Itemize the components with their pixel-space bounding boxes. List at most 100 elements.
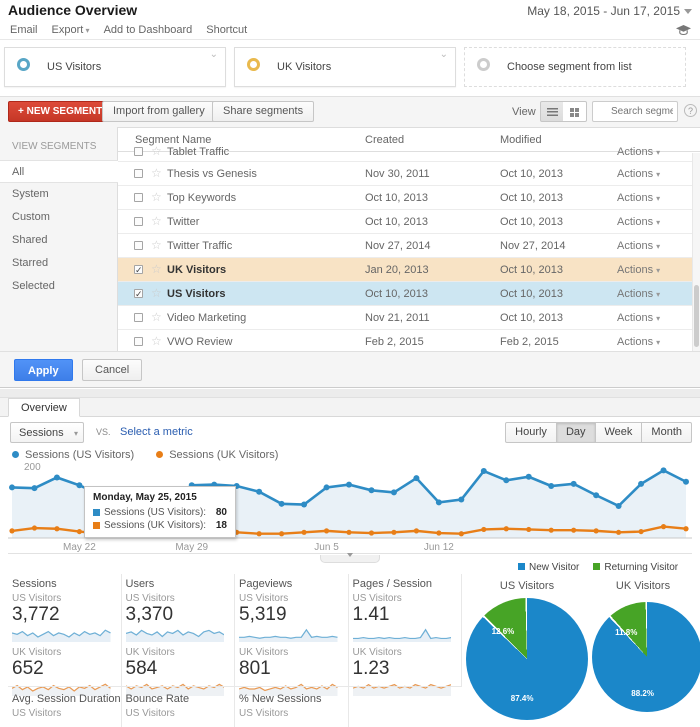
actions-menu[interactable]: Actions ▾ (617, 216, 660, 228)
star-icon[interactable]: ☆ (151, 238, 162, 252)
row-checkbox[interactable] (134, 147, 143, 156)
tab-overview[interactable]: Overview (8, 398, 80, 417)
star-icon[interactable]: ☆ (151, 144, 162, 158)
chevron-down-icon: ▾ (74, 423, 78, 444)
help-button[interactable]: ? (684, 104, 697, 117)
legend-swatch-icon (518, 563, 525, 570)
table-row-twitter-traffic[interactable]: ☆Twitter TrafficNov 27, 2014Nov 27, 2014… (118, 234, 700, 258)
grid-icon[interactable] (649, 24, 662, 37)
table-row-tablet-traffic[interactable]: ☆Tablet TrafficActions ▾ (118, 152, 700, 162)
modified-date: Oct 10, 2013 (500, 168, 563, 180)
star-icon[interactable]: ☆ (151, 262, 162, 276)
row-checkbox[interactable] (134, 337, 143, 346)
pie-chart-uk-visitors[interactable]: 88.2%11.8% (592, 602, 700, 712)
new-segment-button[interactable]: + NEW SEGMENT (8, 101, 112, 122)
star-icon[interactable]: ☆ (151, 166, 162, 180)
actions-menu[interactable]: Actions ▾ (617, 240, 660, 252)
visitor-type-legend: New VisitorReturning Visitor (518, 562, 692, 573)
table-row-twitter[interactable]: ☆TwitterOct 10, 2013Oct 10, 2013Actions … (118, 210, 700, 234)
row-checkbox[interactable] (134, 169, 143, 178)
actions-menu[interactable]: Actions ▾ (617, 168, 660, 180)
table-row-us-visitors[interactable]: ✓☆US VisitorsOct 10, 2013Oct 10, 2013Act… (118, 282, 700, 306)
table-scrollbar[interactable] (692, 153, 700, 351)
graduation-cap-icon[interactable] (675, 24, 692, 37)
toolbar-item-shortcut[interactable]: Shortcut (206, 24, 247, 36)
pie-label-new-visitor: 88.2% (631, 689, 654, 698)
sidebar-item-shared[interactable]: Shared (0, 229, 117, 252)
toolbar-item-add-to-dashboard[interactable]: Add to Dashboard (104, 24, 193, 36)
segment-sublabel-us: US Visitors (239, 708, 338, 719)
metric-value-uk: 1.23 (353, 658, 452, 680)
actions-menu[interactable]: Actions ▾ (617, 192, 660, 204)
segment-chip-us-visitors[interactable]: US Visitors⌄ (4, 47, 226, 87)
toolbar-item-email[interactable]: Email (10, 24, 38, 36)
view-label: View (512, 106, 536, 118)
segment-name: Video Marketing (167, 312, 246, 324)
star-icon[interactable]: ☆ (151, 190, 162, 204)
table-row-vwo-review[interactable]: ☆VWO ReviewFeb 2, 2015Feb 2, 2015Actions… (118, 330, 700, 351)
metric-selector-dropdown[interactable]: Sessions▾ (10, 422, 84, 443)
select-a-metric-link[interactable]: Select a metric (120, 426, 193, 438)
row-checkbox[interactable] (134, 217, 143, 226)
sidebar-item-all[interactable]: All (0, 160, 119, 183)
import-from-gallery-button[interactable]: Import from gallery (102, 101, 216, 122)
row-checkbox[interactable]: ✓ (134, 265, 143, 274)
actions-menu[interactable]: Actions ▾ (617, 336, 660, 348)
sidebar-item-system[interactable]: System (0, 183, 117, 206)
toolbar-item-export[interactable]: Export ▾ (52, 24, 90, 36)
star-icon[interactable]: ☆ (151, 286, 162, 300)
row-checkbox[interactable] (134, 313, 143, 322)
chart-collapse-handle[interactable] (320, 555, 380, 563)
actions-menu[interactable]: Actions ▾ (617, 288, 660, 300)
metric-label: Bounce Rate (126, 693, 225, 705)
segment-sublabel-uk: UK Visitors (12, 647, 111, 658)
pie-chart-us-visitors[interactable]: 87.4%12.6% (466, 598, 588, 720)
sidebar-item-custom[interactable]: Custom (0, 206, 117, 229)
table-row-top-keywords[interactable]: ☆Top KeywordsOct 10, 2013Oct 10, 2013Act… (118, 186, 700, 210)
actions-menu[interactable]: Actions ▾ (617, 146, 660, 158)
row-checkbox[interactable] (134, 193, 143, 202)
table-row-uk-visitors[interactable]: ✓☆UK VisitorsJan 20, 2013Oct 10, 2013Act… (118, 258, 700, 282)
granularity-month[interactable]: Month (641, 422, 692, 443)
granularity-week[interactable]: Week (595, 422, 643, 443)
table-row-thesis-vs-genesis[interactable]: ☆Thesis vs GenesisNov 30, 2011Oct 10, 20… (118, 162, 700, 186)
modified-date: Nov 27, 2014 (500, 240, 565, 252)
actions-menu[interactable]: Actions ▾ (617, 312, 660, 324)
star-icon[interactable]: ☆ (151, 334, 162, 348)
view-list-toggle[interactable] (540, 101, 564, 122)
share-segments-button[interactable]: Share segments (212, 101, 314, 122)
date-range-selector[interactable]: May 18, 2015 - Jun 17, 2015 (527, 4, 680, 18)
scrollbar-thumb[interactable] (694, 285, 699, 347)
created-date: Oct 10, 2013 (365, 216, 428, 228)
vs-label: VS. (96, 427, 111, 437)
sessions-line-chart[interactable]: 200 100 Monday, May 25, 2015 Sessions (U… (8, 464, 692, 540)
metric-value-us: 1.41 (353, 604, 452, 626)
apply-button[interactable]: Apply (14, 359, 73, 381)
metric-card-users: UsersUS Visitors3,370UK Visitors584 (122, 574, 236, 686)
segment-chip-choose-segment-from-list[interactable]: Choose segment from list (464, 47, 686, 87)
segment-ring-icon (247, 58, 260, 71)
star-icon[interactable]: ☆ (151, 214, 162, 228)
x-axis: May 22May 29Jun 5Jun 12 (8, 540, 692, 554)
row-checkbox[interactable] (134, 241, 143, 250)
cancel-button[interactable]: Cancel (82, 359, 142, 381)
granularity-day[interactable]: Day (556, 422, 596, 443)
actions-menu[interactable]: Actions ▾ (617, 264, 660, 276)
segment-name: Top Keywords (167, 192, 236, 204)
metric-card-avg-session-duration: Avg. Session DurationUS Visitors (8, 687, 122, 727)
sidebar-item-starred[interactable]: Starred (0, 252, 117, 275)
sparkline (353, 627, 452, 642)
table-row-video-marketing[interactable]: ☆Video MarketingNov 21, 2011Oct 10, 2013… (118, 306, 700, 330)
row-checkbox[interactable]: ✓ (134, 289, 143, 298)
chevron-down-icon: ▾ (656, 148, 660, 157)
modified-date: Oct 10, 2013 (500, 192, 563, 204)
star-icon[interactable]: ☆ (151, 310, 162, 324)
granularity-hourly[interactable]: Hourly (505, 422, 557, 443)
segment-sublabel-us: US Visitors (126, 593, 225, 604)
sidebar-item-selected[interactable]: Selected (0, 275, 117, 298)
segment-chip-uk-visitors[interactable]: UK Visitors⌄ (234, 47, 456, 87)
search-segments-input[interactable] (592, 101, 678, 122)
segment-sublabel-us: US Visitors (12, 708, 111, 719)
view-grid-toggle[interactable] (563, 101, 587, 122)
list-view-icon (547, 108, 558, 116)
